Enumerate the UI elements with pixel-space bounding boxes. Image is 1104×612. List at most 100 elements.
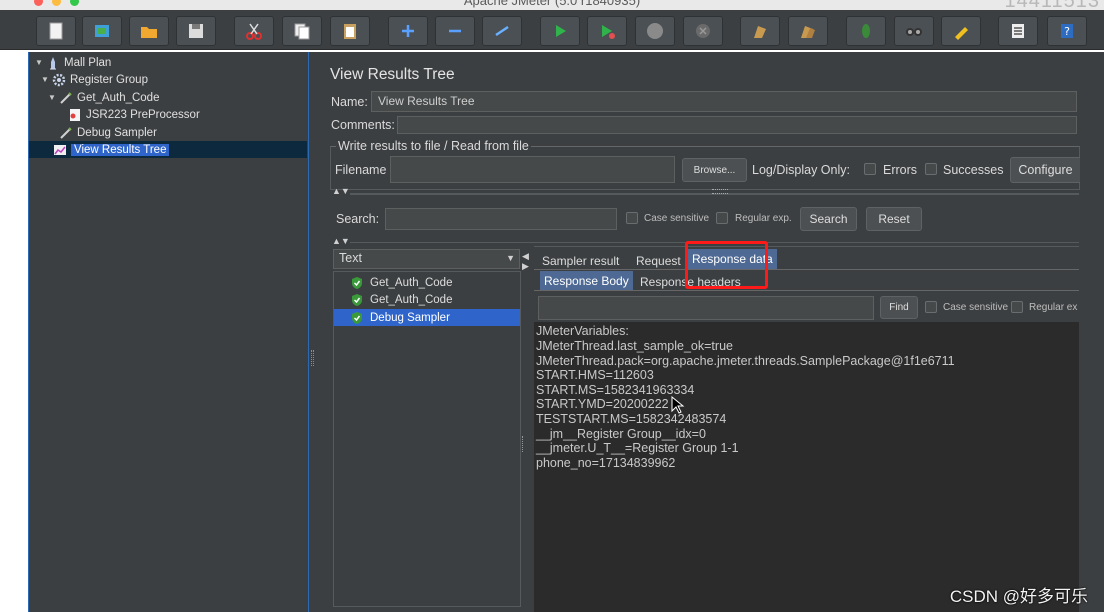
start-no-pauses-button[interactable]	[587, 16, 627, 46]
tab-request[interactable]: Request	[632, 251, 685, 270]
reset-button[interactable]: Reset	[866, 207, 922, 231]
graph-icon	[54, 144, 66, 155]
expand-icon	[402, 25, 414, 37]
find-regex-checkbox[interactable]	[1011, 301, 1023, 313]
comments-label: Comments:	[331, 118, 395, 132]
configure-button[interactable]: Configure	[1010, 157, 1080, 183]
clear-icon	[754, 26, 766, 38]
copy-button[interactable]	[282, 16, 322, 46]
search-label: Search:	[336, 212, 380, 226]
find-case-sensitive-checkbox[interactable]	[925, 301, 937, 313]
paste-icon	[344, 24, 356, 39]
tree-item-mall-plan[interactable]: ▼ Mall Plan	[34, 54, 111, 71]
search-input[interactable]	[385, 208, 617, 230]
splitter-grip[interactable]	[522, 436, 525, 452]
success-shield-icon	[352, 276, 362, 289]
templates-button[interactable]	[82, 16, 122, 46]
clear-all-icon	[801, 26, 815, 38]
chevron-down-icon[interactable]: ▼	[506, 253, 515, 263]
chevron-down-icon[interactable]: ▼	[34, 58, 44, 67]
case-sensitive-checkbox[interactable]	[626, 212, 638, 224]
reset-search-button[interactable]	[894, 16, 934, 46]
start-no-pause-icon	[602, 25, 615, 39]
new-icon	[49, 22, 63, 40]
search-icon	[862, 24, 870, 38]
renderer-select[interactable]: Text ▼	[333, 249, 520, 269]
annotation-highlight-box	[685, 241, 768, 289]
comments-field[interactable]	[397, 116, 1077, 134]
counter-overlay: 14411513	[1005, 0, 1101, 10]
successes-checkbox[interactable]	[925, 163, 937, 175]
divider-grip-icon[interactable]	[712, 189, 728, 194]
tree-item-view-results-tree[interactable]: View Results Tree	[53, 141, 170, 158]
filename-field[interactable]	[390, 156, 675, 183]
open-button[interactable]	[129, 16, 169, 46]
find-input[interactable]	[538, 296, 874, 320]
response-line: TESTSTART.MS=1582342483574	[536, 412, 727, 426]
success-shield-icon	[352, 311, 362, 324]
log-display-label: Log/Display Only:	[752, 163, 850, 177]
tree-item-get-auth-code[interactable]: ▼ Get_Auth_Code	[47, 89, 159, 106]
collapse-icon	[449, 29, 461, 33]
new-button[interactable]	[36, 16, 76, 46]
search-button[interactable]: Search	[800, 207, 857, 231]
find-case-sensitive-label: Case sensitive	[943, 302, 1009, 313]
expand-all-button[interactable]	[388, 16, 428, 46]
response-line: __jmeter.U_T__=Register Group 1-1	[536, 441, 739, 455]
test-plan-icon	[50, 56, 56, 69]
response-line: START.HMS=112603	[536, 368, 654, 382]
name-label: Name:	[331, 95, 368, 109]
result-item[interactable]: Get_Auth_Code	[334, 274, 520, 291]
start-button[interactable]	[540, 16, 580, 46]
find-button[interactable]: Find	[880, 296, 918, 319]
pipette-icon	[60, 126, 72, 139]
regex-checkbox[interactable]	[716, 212, 728, 224]
toggle-button[interactable]	[482, 16, 522, 46]
stop-icon	[647, 23, 663, 39]
main-toolbar: ?	[0, 10, 1104, 50]
tree-item-register-group[interactable]: ▼ Register Group	[40, 71, 148, 88]
tree-item-debug-sampler[interactable]: Debug Sampler	[59, 124, 157, 141]
collapse-arrows-icon[interactable]: ▲▼	[332, 236, 350, 246]
save-icon	[189, 24, 203, 38]
list-button[interactable]	[998, 16, 1038, 46]
splitter-grip[interactable]	[311, 350, 314, 366]
chevron-down-icon[interactable]: ▼	[47, 93, 57, 102]
mouse-cursor-icon	[671, 396, 685, 414]
search-toolbar-button[interactable]	[846, 16, 886, 46]
toggle-icon	[495, 25, 509, 37]
help-button[interactable]: ?	[1047, 16, 1087, 46]
panel-title: View Results Tree	[330, 66, 455, 83]
collapse-all-button[interactable]	[435, 16, 475, 46]
tree-splitter[interactable]	[309, 52, 316, 612]
split-arrows-icon[interactable]: ◀ ▶	[522, 251, 529, 271]
subtab-response-body[interactable]: Response Body	[540, 271, 633, 290]
result-item-selected[interactable]: Debug Sampler	[334, 309, 520, 326]
successes-label: Successes	[943, 163, 1004, 177]
cut-button[interactable]	[234, 16, 274, 46]
start-icon	[556, 25, 566, 37]
function-helper-button[interactable]	[941, 16, 981, 46]
stop-button[interactable]	[635, 16, 675, 46]
errors-label: Errors	[883, 163, 918, 177]
tab-sampler-result[interactable]: Sampler result	[538, 251, 623, 270]
result-item[interactable]: Get_Auth_Code	[334, 291, 520, 308]
clear-all-button[interactable]	[788, 16, 828, 46]
paste-button[interactable]	[330, 16, 370, 46]
watermark: CSDN @好多可乐	[949, 587, 1088, 606]
response-line: JMeterVariables:	[536, 324, 629, 338]
shutdown-button[interactable]	[683, 16, 723, 46]
divider	[534, 246, 1079, 247]
copy-icon	[294, 23, 310, 40]
response-line: START.MS=1582341963334	[536, 383, 695, 397]
save-button[interactable]	[176, 16, 216, 46]
clear-button[interactable]	[740, 16, 780, 46]
tree-item-jsr223-preprocessor[interactable]: JSR223 PreProcessor	[68, 106, 200, 123]
errors-checkbox[interactable]	[864, 163, 876, 175]
pipette-icon	[60, 91, 72, 104]
chevron-down-icon[interactable]: ▼	[40, 75, 50, 84]
function-helper-icon	[955, 27, 968, 40]
collapse-arrows-icon[interactable]: ▲▼	[332, 186, 350, 196]
browse-button[interactable]: Browse...	[682, 158, 747, 182]
name-field[interactable]: View Results Tree	[371, 91, 1077, 112]
